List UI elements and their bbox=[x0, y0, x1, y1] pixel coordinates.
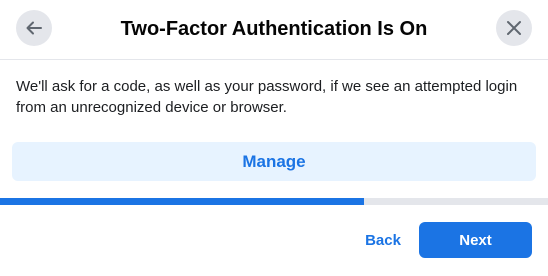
manage-button[interactable]: Manage bbox=[12, 142, 536, 181]
progress-bar-fill bbox=[0, 198, 365, 205]
dialog-description: We'll ask for a code, as well as your pa… bbox=[16, 78, 518, 116]
back-button[interactable]: Back bbox=[356, 222, 410, 258]
progress-bar bbox=[0, 198, 548, 205]
arrow-left-icon bbox=[26, 21, 42, 35]
dialog-header: Two-Factor Authentication Is On bbox=[0, 0, 548, 60]
close-icon bbox=[507, 21, 521, 35]
dialog-title: Two-Factor Authentication Is On bbox=[120, 17, 428, 40]
close-button[interactable] bbox=[496, 10, 532, 46]
next-button[interactable]: Next bbox=[419, 222, 532, 258]
two-factor-dialog: Two-Factor Authentication Is On We'll as… bbox=[0, 0, 548, 276]
back-arrow-button[interactable] bbox=[16, 10, 52, 46]
